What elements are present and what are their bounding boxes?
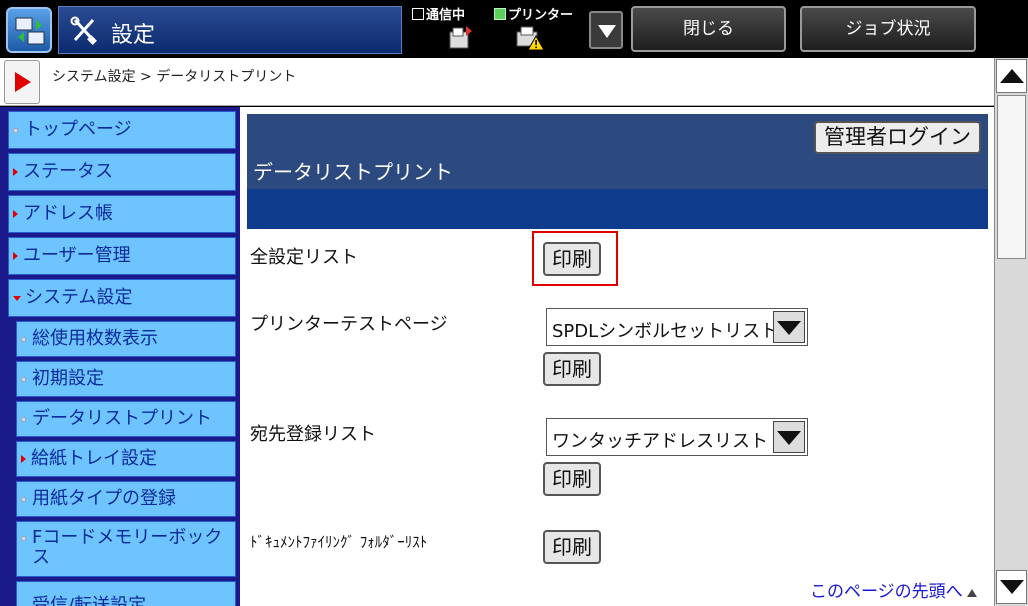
printer-status-label: プリンター [508, 8, 574, 23]
page-header-bottom [247, 189, 988, 229]
print-button-document-filing[interactable]: 印刷 [543, 530, 601, 564]
page-header: 管理者ログイン データリストプリント [247, 114, 988, 229]
title-box: 設定 [58, 6, 402, 54]
print-button-all-settings[interactable]: 印刷 [543, 242, 601, 276]
row-label-printer-test-page: プリンターテストページ [250, 314, 448, 335]
status-dropdown-button[interactable] [589, 11, 623, 49]
print-button-printer-test-page[interactable]: 印刷 [543, 352, 601, 386]
sidebar-item-paper-type[interactable]: 用紙タイプの登録 [16, 481, 236, 517]
select-value: SPDLシンボルセットリスト [552, 321, 779, 342]
arrow-right-icon [21, 455, 26, 463]
page-top-link-label: このページの先頭へ [810, 582, 963, 602]
sidebar-item-data-list-print[interactable]: データリストプリント [16, 401, 236, 437]
destination-list-select[interactable]: ワンタッチアドレスリスト [546, 418, 808, 456]
chevron-down-icon[interactable] [773, 421, 805, 453]
close-button[interactable]: 閉じる [631, 6, 786, 52]
page-title: データリストプリント [253, 160, 453, 184]
sidebar-item-label: 給紙トレイ設定 [31, 448, 157, 470]
print-button-destination-list[interactable]: 印刷 [543, 462, 601, 496]
bullet-icon [21, 536, 26, 541]
row-label-document-filing: ﾄﾞｷｭﾒﾝﾄﾌｧｲﾘﾝｸﾞ ﾌｫﾙﾀﾞｰﾘｽﾄ [250, 533, 428, 551]
arrow-right-icon [13, 168, 18, 176]
printer-status-indicator [494, 8, 506, 20]
sidebar-item-system-settings[interactable]: システム設定 [8, 279, 236, 317]
sidebar-item-status[interactable]: ステータス [8, 153, 236, 191]
sidebar-item-user-management[interactable]: ユーザー管理 [8, 237, 236, 275]
sidebar-item-top-page[interactable]: トップページ [8, 111, 236, 149]
bullet-icon [13, 127, 18, 133]
sidebar-item-paper-tray[interactable]: 給紙トレイ設定 [16, 441, 236, 477]
row-label-destination-list: 宛先登録リスト [250, 424, 376, 445]
arrow-up-icon [966, 589, 977, 597]
sidebar-item-label: システム設定 [25, 287, 133, 309]
sidebar-item-label: ステータス [23, 161, 113, 183]
sidebar-item-label: トップページ [24, 119, 132, 141]
sidebar-item-fcode-box[interactable]: Fコードメモリーボックス [16, 521, 236, 577]
sidebar-item-label: アドレス帳 [23, 203, 113, 225]
scroll-thumb[interactable] [997, 95, 1026, 259]
sidebar-item-label: データリストプリント [32, 408, 212, 430]
screen-title: 設定 [111, 23, 156, 48]
content-area: トップページ ステータス アドレス帳 ユーザー管理 システム設定 総使用枚数表示… [0, 107, 994, 606]
sidebar-item-label: 受信/転送設定 [32, 595, 147, 606]
home-button[interactable] [6, 7, 52, 53]
sidebar-item-label: 総使用枚数表示 [32, 328, 158, 350]
home-swap-icon [15, 17, 45, 45]
breadcrumb: システム設定 > データリストプリント [52, 69, 297, 85]
tools-icon [70, 16, 97, 45]
printer-test-page-select[interactable]: SPDLシンボルセットリスト [546, 308, 808, 346]
device-status-area: 通信中 プリンター [408, 2, 584, 56]
main-panel: 管理者ログイン データリストプリント 全設定リスト 印刷 プリンターテストページ… [246, 107, 990, 606]
sidebar-item-label: 初期設定 [32, 368, 104, 390]
scroll-up-button[interactable] [996, 59, 1027, 93]
printer-status: プリンター [494, 4, 573, 23]
sidebar-item-label: ユーザー管理 [23, 245, 131, 267]
page-top-link[interactable]: このページの先頭へ [810, 577, 977, 602]
fax-sending-icon [449, 26, 472, 49]
printer-warning-icon [516, 26, 545, 51]
settings-screen: 設定 通信中 プリンター 閉じる ジョブ状況 システム設定 > データリストプリ… [0, 0, 1028, 606]
job-status-button[interactable]: ジョブ状況 [800, 6, 976, 52]
sidebar-item-initial-settings[interactable]: 初期設定 [16, 361, 236, 397]
select-value: ワンタッチアドレスリスト [552, 431, 768, 452]
comm-status: 通信中 [412, 4, 465, 23]
bullet-icon [21, 416, 26, 422]
sidebar: トップページ ステータス アドレス帳 ユーザー管理 システム設定 総使用枚数表示… [0, 107, 240, 606]
scroll-down-button[interactable] [996, 570, 1027, 604]
sidebar-item-address-book[interactable]: アドレス帳 [8, 195, 236, 233]
bullet-icon [21, 376, 26, 382]
sidebar-item-total-count[interactable]: 総使用枚数表示 [16, 321, 236, 357]
arrow-down-icon [13, 295, 21, 301]
arrow-right-icon [13, 210, 18, 218]
comm-status-indicator [412, 8, 424, 20]
breadcrumb-back-button[interactable] [4, 60, 40, 104]
admin-login-button[interactable]: 管理者ログイン [814, 121, 981, 154]
sidebar-item-receive-forward[interactable]: 受信/転送設定 [16, 581, 236, 606]
row-label-all-settings: 全設定リスト [250, 247, 358, 268]
scrollbar[interactable] [994, 58, 1028, 606]
comm-status-label: 通信中 [426, 8, 466, 23]
sidebar-item-label: 用紙タイプの登録 [32, 488, 176, 510]
sidebar-item-label: Fコードメモリーボックス [32, 527, 223, 568]
top-bar: 設定 通信中 プリンター 閉じる ジョブ状況 [0, 0, 1028, 58]
breadcrumb-bar: システム設定 > データリストプリント [0, 58, 994, 106]
bullet-icon [21, 496, 26, 502]
bullet-icon [21, 336, 26, 342]
chevron-down-icon[interactable] [773, 311, 805, 343]
arrow-right-icon [13, 252, 18, 260]
